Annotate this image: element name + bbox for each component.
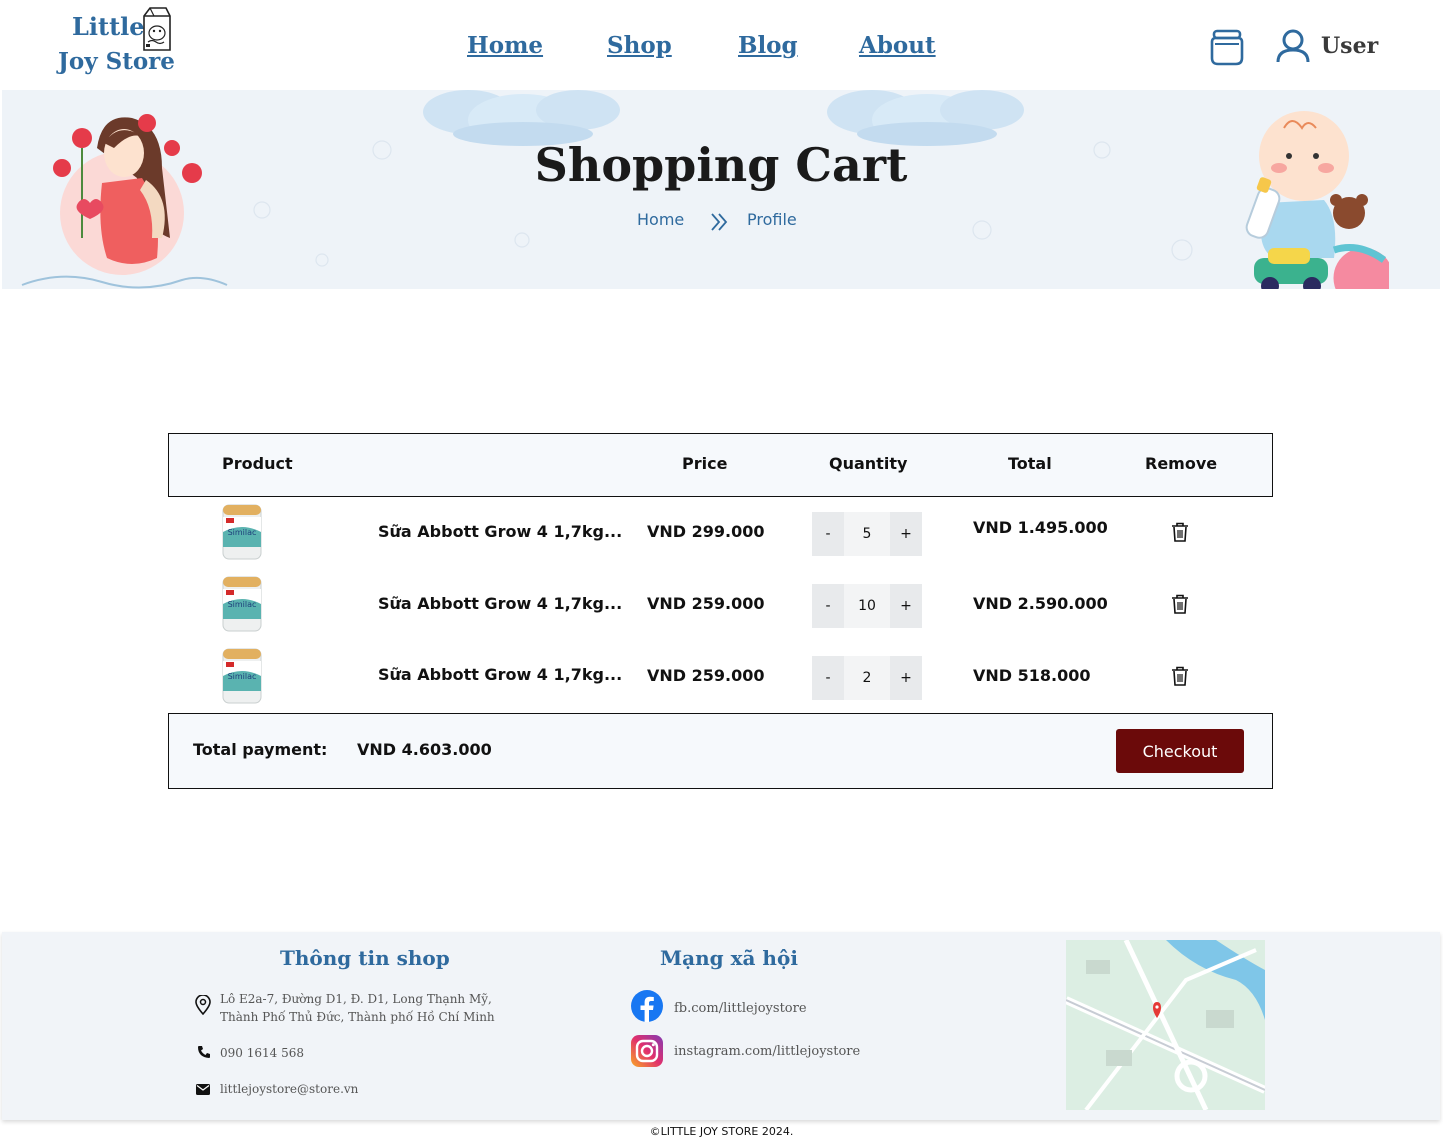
row-total: VND 2.590.000 (973, 594, 1108, 613)
address-line1: Lô E2a-7, Đường D1, Đ. D1, Long Thạnh Mỹ… (220, 992, 492, 1006)
cart-summary: Total payment: VND 4.603.000 Checkout (168, 713, 1273, 789)
mail-icon (196, 1084, 210, 1095)
cart-table-header: Product Price Quantity Total Remove (168, 433, 1273, 497)
shop-info-title: Thông tin shop (280, 946, 450, 970)
total-payment-label: Total payment: (193, 740, 328, 759)
nav-home[interactable]: Home (467, 32, 543, 59)
row-total: VND 1.495.000 (973, 518, 1108, 537)
instagram-link[interactable]: instagram.com/littlejoystore (674, 1043, 860, 1061)
qty-value[interactable]: 2 (844, 656, 890, 700)
checkout-button[interactable]: Checkout (1116, 729, 1244, 773)
col-total: Total (1008, 454, 1052, 473)
store-logo[interactable]: Little Joy Store (56, 6, 181, 84)
facebook-icon[interactable] (631, 990, 663, 1022)
breadcrumb-profile[interactable]: Profile (747, 210, 797, 229)
address-line2: Thành Phố Thủ Đức, Thành phố Hồ Chí Minh (220, 1010, 495, 1024)
qty-increase-button[interactable]: + (890, 584, 922, 628)
instagram-icon[interactable] (631, 1035, 663, 1067)
product-price: VND 259.000 (647, 594, 765, 613)
logo-text-line1: Little (72, 12, 145, 41)
cart-icon[interactable] (1209, 28, 1245, 66)
qty-increase-button[interactable]: + (890, 656, 922, 700)
social-title: Mạng xã hội (660, 946, 798, 970)
qty-increase-button[interactable]: + (890, 512, 922, 556)
cart-row: Similac Sữa Abbott Grow 4 1,7kg... VND 2… (168, 572, 1273, 644)
location-pin-icon (195, 995, 211, 1015)
qty-value[interactable]: 5 (844, 512, 890, 556)
col-price: Price (682, 454, 728, 473)
col-product: Product (222, 454, 293, 473)
col-remove: Remove (1145, 454, 1218, 473)
cart-row: Similac Sữa Abbott Grow 4 1,7kg... VND 2… (168, 500, 1273, 572)
svg-text:Similac: Similac (228, 528, 257, 537)
double-chevron-right-icon (711, 213, 728, 231)
breadcrumb-home[interactable]: Home (637, 210, 684, 229)
total-payment-value: VND 4.603.000 (357, 740, 492, 759)
nav-about[interactable]: About (859, 32, 936, 59)
svg-text:Similac: Similac (228, 672, 257, 681)
qty-value[interactable]: 10 (844, 584, 890, 628)
svg-text:Similac: Similac (228, 600, 257, 609)
col-quantity: Quantity (829, 454, 908, 473)
trash-icon[interactable] (1171, 666, 1189, 686)
qty-decrease-button[interactable]: - (812, 512, 844, 556)
site-footer: Thông tin shop Lô E2a-7, Đường D1, Đ. D1… (2, 932, 1440, 1120)
page-banner: Shopping Cart Home Profile (2, 90, 1440, 289)
pregnant-mother-illustration (53, 114, 202, 275)
site-header: Little Joy Store Home Shop Blog About Us… (0, 0, 1443, 90)
milk-carton-icon (143, 7, 171, 51)
product-name[interactable]: Sữa Abbott Grow 4 1,7kg... (378, 522, 622, 541)
user-icon[interactable] (1276, 28, 1310, 64)
phone-icon (198, 1046, 210, 1058)
product-price: VND 299.000 (647, 522, 765, 541)
product-name[interactable]: Sữa Abbott Grow 4 1,7kg... (378, 594, 622, 613)
product-image[interactable]: Similac (220, 502, 264, 562)
nav-shop[interactable]: Shop (607, 32, 672, 59)
row-total: VND 518.000 (973, 666, 1091, 685)
product-name[interactable]: Sữa Abbott Grow 4 1,7kg... (378, 665, 622, 684)
trash-icon[interactable] (1171, 594, 1189, 614)
logo-text-line2: Joy Store (58, 48, 175, 75)
product-image[interactable]: Similac (220, 646, 264, 706)
store-location-map[interactable] (1066, 940, 1265, 1110)
nav-blog[interactable]: Blog (738, 32, 798, 59)
baby-illustration (1245, 111, 1389, 289)
product-price: VND 259.000 (647, 666, 765, 685)
qty-decrease-button[interactable]: - (812, 584, 844, 628)
email-address[interactable]: littlejoystore@store.vn (220, 1080, 358, 1098)
phone-number[interactable]: 090 1614 568 (220, 1044, 304, 1062)
cart-row: Similac Sữa Abbott Grow 4 1,7kg... VND 2… (168, 644, 1273, 716)
product-image[interactable]: Similac (220, 574, 264, 634)
user-label[interactable]: User (1321, 33, 1378, 59)
qty-decrease-button[interactable]: - (812, 656, 844, 700)
copyright-text: ©LITTLE JOY STORE 2024. (649, 1125, 794, 1138)
trash-icon[interactable] (1171, 522, 1189, 542)
facebook-link[interactable]: fb.com/littlejoystore (674, 1000, 807, 1018)
